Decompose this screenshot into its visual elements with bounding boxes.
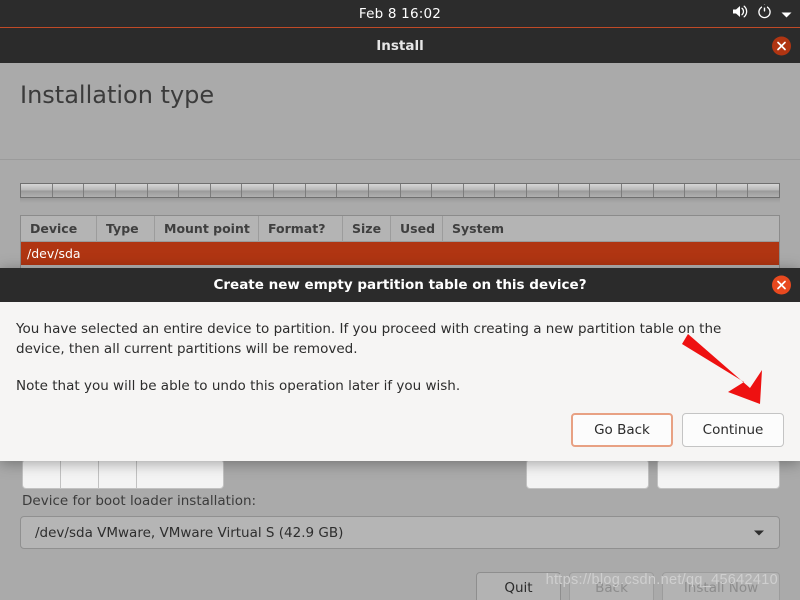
partition-bar-tick [21,184,53,197]
chevron-down-icon [753,529,779,537]
partition-bar-tick [116,184,148,197]
partition-bar-tick [622,184,654,197]
partition-table-header: Device Type Mount point Format? Size Use… [21,216,779,242]
partition-bar-tick [748,184,779,197]
dialog-actions: Go Back Continue [16,412,784,447]
column-header-device[interactable]: Device [21,216,97,242]
screen-root: Feb 8 16:02 Install Installation type De… [0,0,800,600]
partition-secondary-actions [526,459,780,489]
column-header-format[interactable]: Format? [259,216,343,242]
partition-bar-tick [559,184,591,197]
bootloader-label: Device for boot loader installation: [22,493,257,509]
partition-toolbar [22,459,224,489]
dialog-close-icon[interactable] [772,275,791,295]
new-partition-table-button[interactable] [136,459,224,489]
column-header-size[interactable]: Size [343,216,391,242]
partition-bar-tick [369,184,401,197]
revert-button[interactable] [526,459,649,489]
confirm-partition-table-dialog: Create new empty partition table on this… [0,268,800,461]
partition-bar-tick [306,184,338,197]
partition-bar-tick [179,184,211,197]
heading-divider [0,159,800,160]
system-top-panel: Feb 8 16:02 [0,0,800,27]
system-clock[interactable]: Feb 8 16:02 [359,6,441,22]
cell-device: /dev/sda [27,246,81,261]
window-titlebar: Install [0,27,800,63]
dialog-paragraph-secondary: Note that you will be able to undo this … [16,378,461,395]
go-back-button[interactable]: Go Back [571,412,673,447]
partition-bar-tick [717,184,749,197]
power-icon[interactable] [757,4,772,23]
dialog-body: You have selected an entire device to pa… [0,302,800,461]
partition-bar-tick [685,184,717,197]
dialog-titlebar: Create new empty partition table on this… [0,268,800,302]
dialog-paragraph-primary: You have selected an entire device to pa… [16,321,722,357]
column-header-used[interactable]: Used [391,216,443,242]
column-header-mount-point[interactable]: Mount point [155,216,259,242]
partition-bar-tick [464,184,496,197]
bootloader-selected-value: /dev/sda VMware, VMware Virtual S (42.9 … [35,524,344,541]
partition-bar-tick [495,184,527,197]
partition-bar-tick [527,184,559,197]
chevron-down-icon[interactable] [781,4,792,23]
partition-bar-tick [654,184,686,197]
partition-bar-tick [432,184,464,197]
page-title: Installation type [20,81,215,109]
partition-bar-tick [242,184,274,197]
table-row[interactable]: /dev/sda [21,242,779,265]
partition-bar-tick [53,184,85,197]
window-close-icon[interactable] [772,36,791,55]
bootloader-select[interactable]: /dev/sda VMware, VMware Virtual S (42.9 … [20,516,780,549]
change-partition-button[interactable] [98,459,136,489]
column-header-type[interactable]: Type [97,216,155,242]
partition-bar-tick [148,184,180,197]
partition-bar-tick [211,184,243,197]
partition-bar-tick [84,184,116,197]
partition-bar-track [20,183,780,198]
partition-bar-tick [337,184,369,197]
dialog-title: Create new empty partition table on this… [213,277,587,293]
window-title: Install [376,37,424,54]
partition-usage-bar [20,183,780,205]
watermark-text: https://blog.csdn.net/qq_45642410 [545,572,778,588]
remove-partition-button[interactable] [60,459,98,489]
volume-icon[interactable] [731,4,748,23]
partition-bar-tick [401,184,433,197]
column-header-system[interactable]: System [443,216,779,242]
new-partition-table-secondary-button[interactable] [657,459,780,489]
partition-bar-tick [590,184,622,197]
add-partition-button[interactable] [22,459,60,489]
system-indicators [731,0,792,27]
partition-bar-tick [274,184,306,197]
partition-bar-shadow [20,198,780,203]
continue-button[interactable]: Continue [682,412,784,447]
